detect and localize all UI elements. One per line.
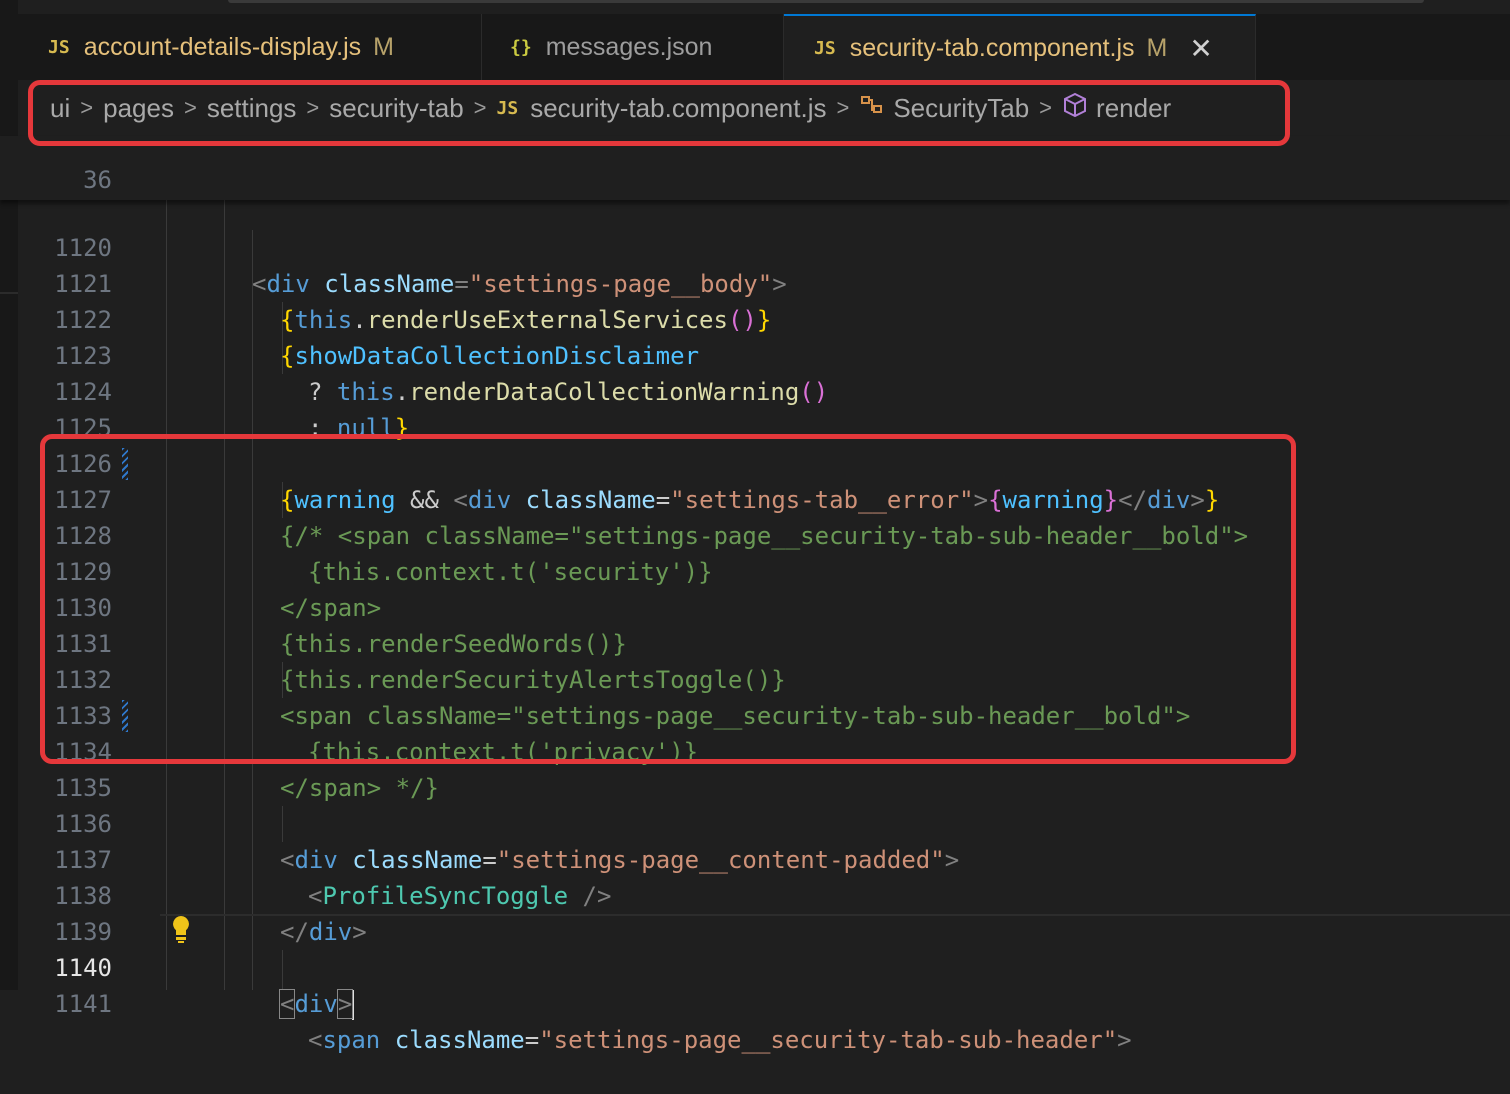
editor-tab-bar: JS account-details-display.js M {} messa…: [18, 14, 1510, 80]
json-file-icon: {}: [510, 36, 532, 58]
modified-badge: M: [1146, 33, 1168, 62]
javascript-file-icon: JS: [48, 36, 70, 58]
code-line[interactable]: 1138 </div>: [0, 842, 1510, 946]
code-line[interactable]: 1137 <ProfileSyncToggle />: [0, 806, 1510, 910]
code-line[interactable]: 1136 <div className="settings-page__cont…: [0, 770, 1510, 874]
tab-account-details-display[interactable]: JS account-details-display.js M: [18, 14, 482, 80]
code-line[interactable]: 1122 {showDataCollectionDisclaimer: [0, 266, 1510, 370]
code-highlight-box: [40, 434, 1296, 764]
tab-messages-json[interactable]: {} messages.json: [482, 14, 784, 80]
close-icon[interactable]: ✕: [1189, 32, 1212, 65]
title-scrollbar[interactable]: [228, 0, 1424, 3]
code-text: <span className="settings-page__security…: [308, 1026, 1132, 1054]
line-number: 1141: [54, 990, 112, 1018]
breadcrumb-highlight-box: [28, 80, 1290, 146]
lightbulb-icon[interactable]: [170, 914, 192, 944]
line-number: 1110: [0, 198, 112, 200]
tab-security-tab-component[interactable]: JS security-tab.component.js M ✕: [784, 14, 1256, 80]
code-line[interactable]: 1121 {this.renderUseExternalServices()}: [0, 230, 1510, 334]
code-line[interactable]: 1125: [0, 374, 1510, 442]
code-text: <div>: [278, 989, 355, 1020]
code-line[interactable]: 1123 ? this.renderDataCollectionWarning(…: [0, 302, 1510, 406]
javascript-file-icon: JS: [814, 37, 836, 59]
code-text: export default class SecurityTab extends…: [166, 198, 975, 200]
sticky-line[interactable]: 1110 render() {: [0, 162, 1510, 198]
code-line[interactable]: 1141 <span className="settings-page__sec…: [0, 950, 1510, 1054]
code-line[interactable]: 1124 : null}: [0, 338, 1510, 442]
code-line-current[interactable]: 1140 <div>: [0, 914, 1510, 1020]
tab-label: messages.json: [545, 32, 713, 61]
code-line[interactable]: 1139: [0, 878, 1510, 946]
tab-label: security-tab.component.js: [849, 33, 1135, 62]
tab-label: account-details-display.js: [83, 32, 362, 61]
modified-badge: M: [373, 32, 394, 61]
